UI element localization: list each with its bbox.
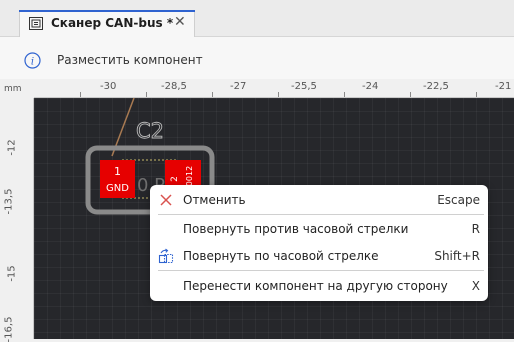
ruler-y-label: -16,5 — [3, 316, 15, 342]
ruler-tick — [212, 92, 213, 97]
menu-item-shortcut: R — [471, 222, 480, 236]
menu-item-shortcut: Shift+R — [434, 249, 480, 263]
menu-separator — [158, 270, 484, 271]
ruler-y-label: -13,5 — [3, 188, 15, 215]
ruler-y-label: -15 — [6, 265, 18, 282]
pad-1-net: GND — [106, 183, 129, 194]
info-icon[interactable]: i — [24, 52, 41, 69]
tab-document[interactable]: Сканер CAN-bus * ✕ — [19, 10, 195, 37]
ruler-horizontal: -30 -28,5 -27 -25,5 -24 -22,5 -21 — [34, 79, 514, 98]
ruler-tick — [410, 92, 411, 97]
cancel-icon — [160, 194, 172, 206]
pad-1-number: 1 — [114, 165, 121, 178]
menu-separator — [158, 214, 484, 215]
menu-item-cancel[interactable]: Отменить Escape — [150, 187, 488, 213]
menu-item-label: Повернуть против часовой стрелки — [183, 222, 409, 236]
menu-item-shortcut: Escape — [437, 193, 480, 207]
menu-item-label: Повернуть по часовой стрелке — [183, 249, 379, 263]
ruler-tick — [146, 92, 147, 97]
ruler-x-label: -30 — [100, 81, 117, 92]
menu-item-shortcut: X — [471, 279, 480, 293]
ruler-tick — [344, 92, 345, 97]
menu-item-label: Перенести компонент на другую сторону — [183, 279, 448, 293]
rotate-clockwise-icon — [158, 248, 174, 264]
tab-active-indicator — [19, 10, 195, 12]
ruler-x-label: -27 — [230, 81, 247, 92]
menu-item-label: Отменить — [183, 193, 246, 207]
ruler-x-label: -22,5 — [423, 81, 449, 92]
component-designator: C2 — [136, 119, 164, 143]
toolbar: i Разместить компонент — [0, 37, 514, 79]
context-menu: Отменить Escape Повернуть против часовой… — [150, 185, 488, 301]
ruler-tick — [80, 92, 81, 97]
tab-title: Сканер CAN-bus * — [51, 16, 174, 30]
tab-strip: Сканер CAN-bus * ✕ — [0, 0, 514, 37]
close-icon[interactable]: ✕ — [174, 14, 186, 30]
svg-text:i: i — [31, 57, 34, 68]
menu-item-rotate-ccw[interactable]: Повернуть против часовой стрелки R — [150, 216, 488, 242]
toolbar-title: Разместить компонент — [57, 53, 203, 67]
pad-2-number: 2 — [170, 176, 180, 182]
ruler-y-label: -12 — [6, 139, 18, 156]
ruler-unit: mm — [4, 84, 22, 94]
ruler-x-label: -21 — [495, 81, 512, 92]
menu-item-rotate-cw[interactable]: Повернуть по часовой стрелке Shift+R — [150, 243, 488, 269]
ruler-vertical: -12 -13,5 -15 -16,5 — [0, 98, 34, 342]
ruler-tick — [476, 92, 477, 97]
ruler-x-label: -24 — [362, 81, 379, 92]
ruler-x-label: -28,5 — [161, 81, 187, 92]
ruler-x-label: -25,5 — [291, 81, 317, 92]
menu-item-flip-side[interactable]: Перенести компонент на другую сторону X — [150, 273, 488, 299]
ruler-tick — [278, 92, 279, 97]
schematic-icon — [29, 17, 43, 30]
